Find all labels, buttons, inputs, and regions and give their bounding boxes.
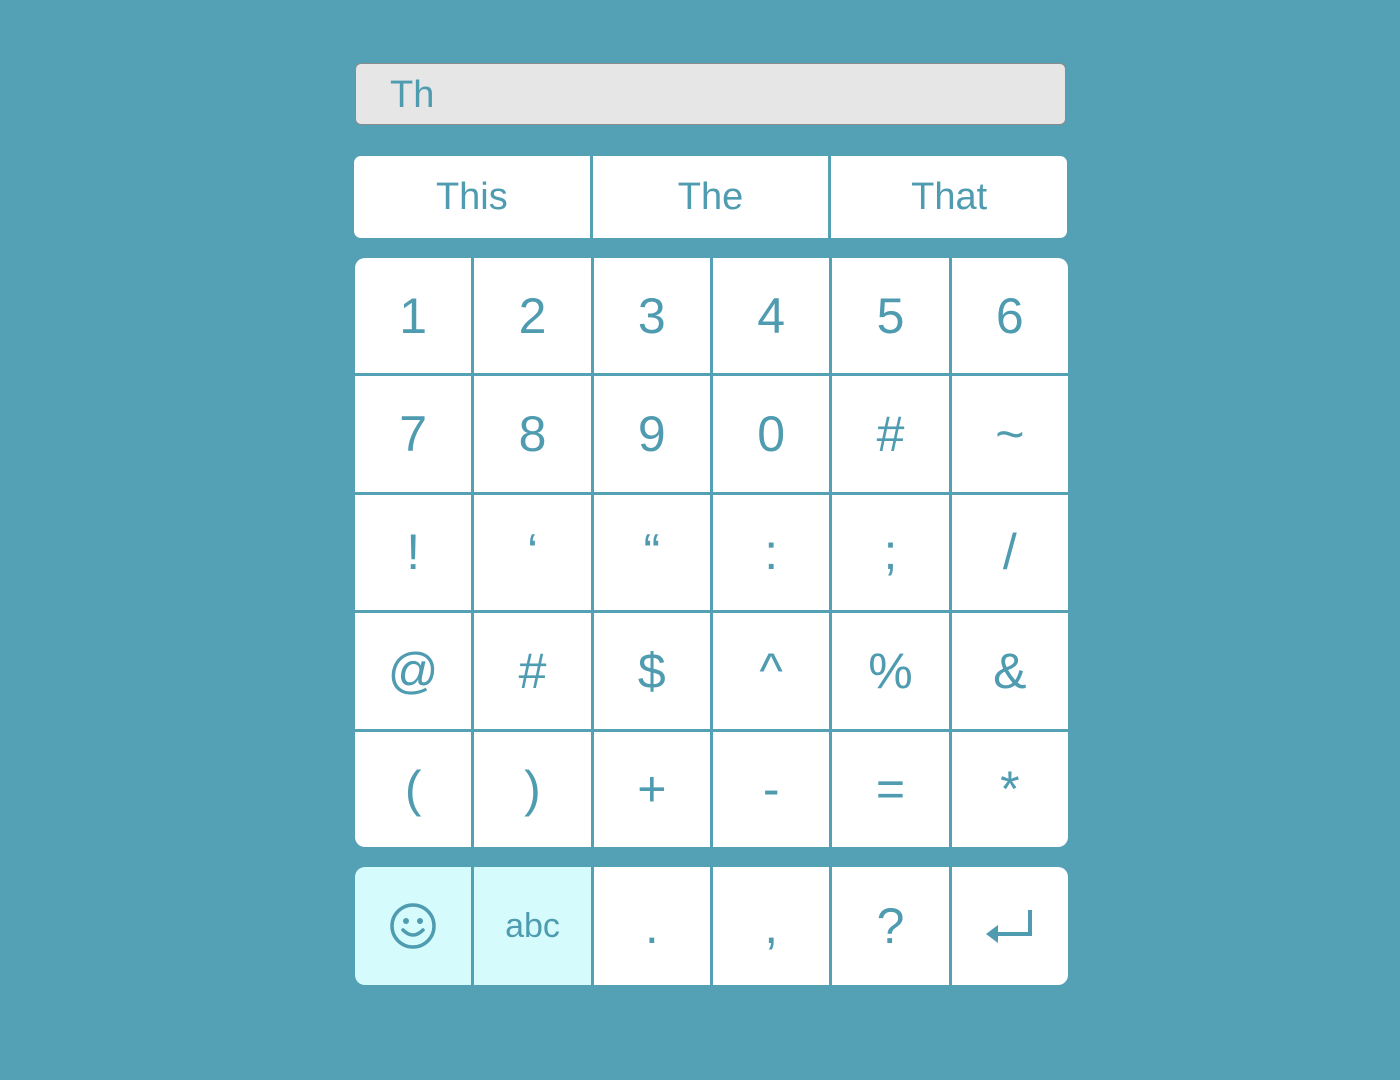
symbol-keypad: 1 2 3 4 5 6 7 8 9 0 # ~ ! ‘ “ : ; / @ # … [355,258,1068,847]
suggestion-1[interactable]: This [354,156,590,238]
key-4[interactable]: 4 [713,258,830,374]
question-mark-label: ? [876,898,905,954]
comma-label: , [764,898,779,954]
key-double-quote[interactable]: “ [593,494,710,611]
suggestion-3[interactable]: That [828,156,1067,238]
key-exclamation[interactable]: ! [355,494,472,611]
key-percent[interactable]: % [832,613,949,729]
symbol-keyboard-screen: Th This The That 1 2 3 4 5 6 7 8 9 0 # ~… [0,0,1400,1080]
key-at[interactable]: @ [355,613,472,729]
key-3[interactable]: 3 [593,258,710,374]
key-dollar[interactable]: $ [593,613,710,729]
key-equals[interactable]: = [832,731,949,847]
period-label: . [644,898,659,954]
key-tilde[interactable]: ~ [951,376,1068,492]
suggestion-2[interactable]: The [589,156,829,238]
smiley-icon [388,901,438,951]
suggestion-bar: This The That [354,156,1067,238]
key-colon[interactable]: : [713,494,830,611]
key-caret[interactable]: ^ [713,613,830,729]
abc-label: abc [505,906,560,945]
key-9[interactable]: 9 [593,376,710,492]
keyboard-bottom-row: abc . , ? [355,867,1068,985]
key-0[interactable]: 0 [713,376,830,492]
key-5[interactable]: 5 [832,258,949,374]
emoji-key[interactable] [355,867,472,985]
key-right-paren[interactable]: ) [474,731,591,847]
key-hash[interactable]: # [832,376,949,492]
key-left-paren[interactable]: ( [355,731,472,847]
enter-key[interactable] [951,867,1068,985]
key-hash-2[interactable]: # [474,613,591,729]
key-8[interactable]: 8 [474,376,591,492]
question-mark-key[interactable]: ? [832,867,949,985]
key-plus[interactable]: + [593,731,710,847]
abc-mode-key[interactable]: abc [474,867,591,985]
key-6[interactable]: 6 [951,258,1068,374]
key-7[interactable]: 7 [355,376,472,492]
key-single-quote[interactable]: ‘ [474,494,591,611]
key-slash[interactable]: / [951,494,1068,611]
key-minus[interactable]: - [713,731,830,847]
key-2[interactable]: 2 [474,258,591,374]
key-semicolon[interactable]: ; [832,494,949,611]
return-arrow-icon [984,906,1036,946]
period-key[interactable]: . [593,867,710,985]
key-asterisk[interactable]: * [951,731,1068,847]
key-ampersand[interactable]: & [951,613,1068,729]
text-input[interactable]: Th [355,63,1066,125]
comma-key[interactable]: , [713,867,830,985]
key-1[interactable]: 1 [355,258,472,374]
